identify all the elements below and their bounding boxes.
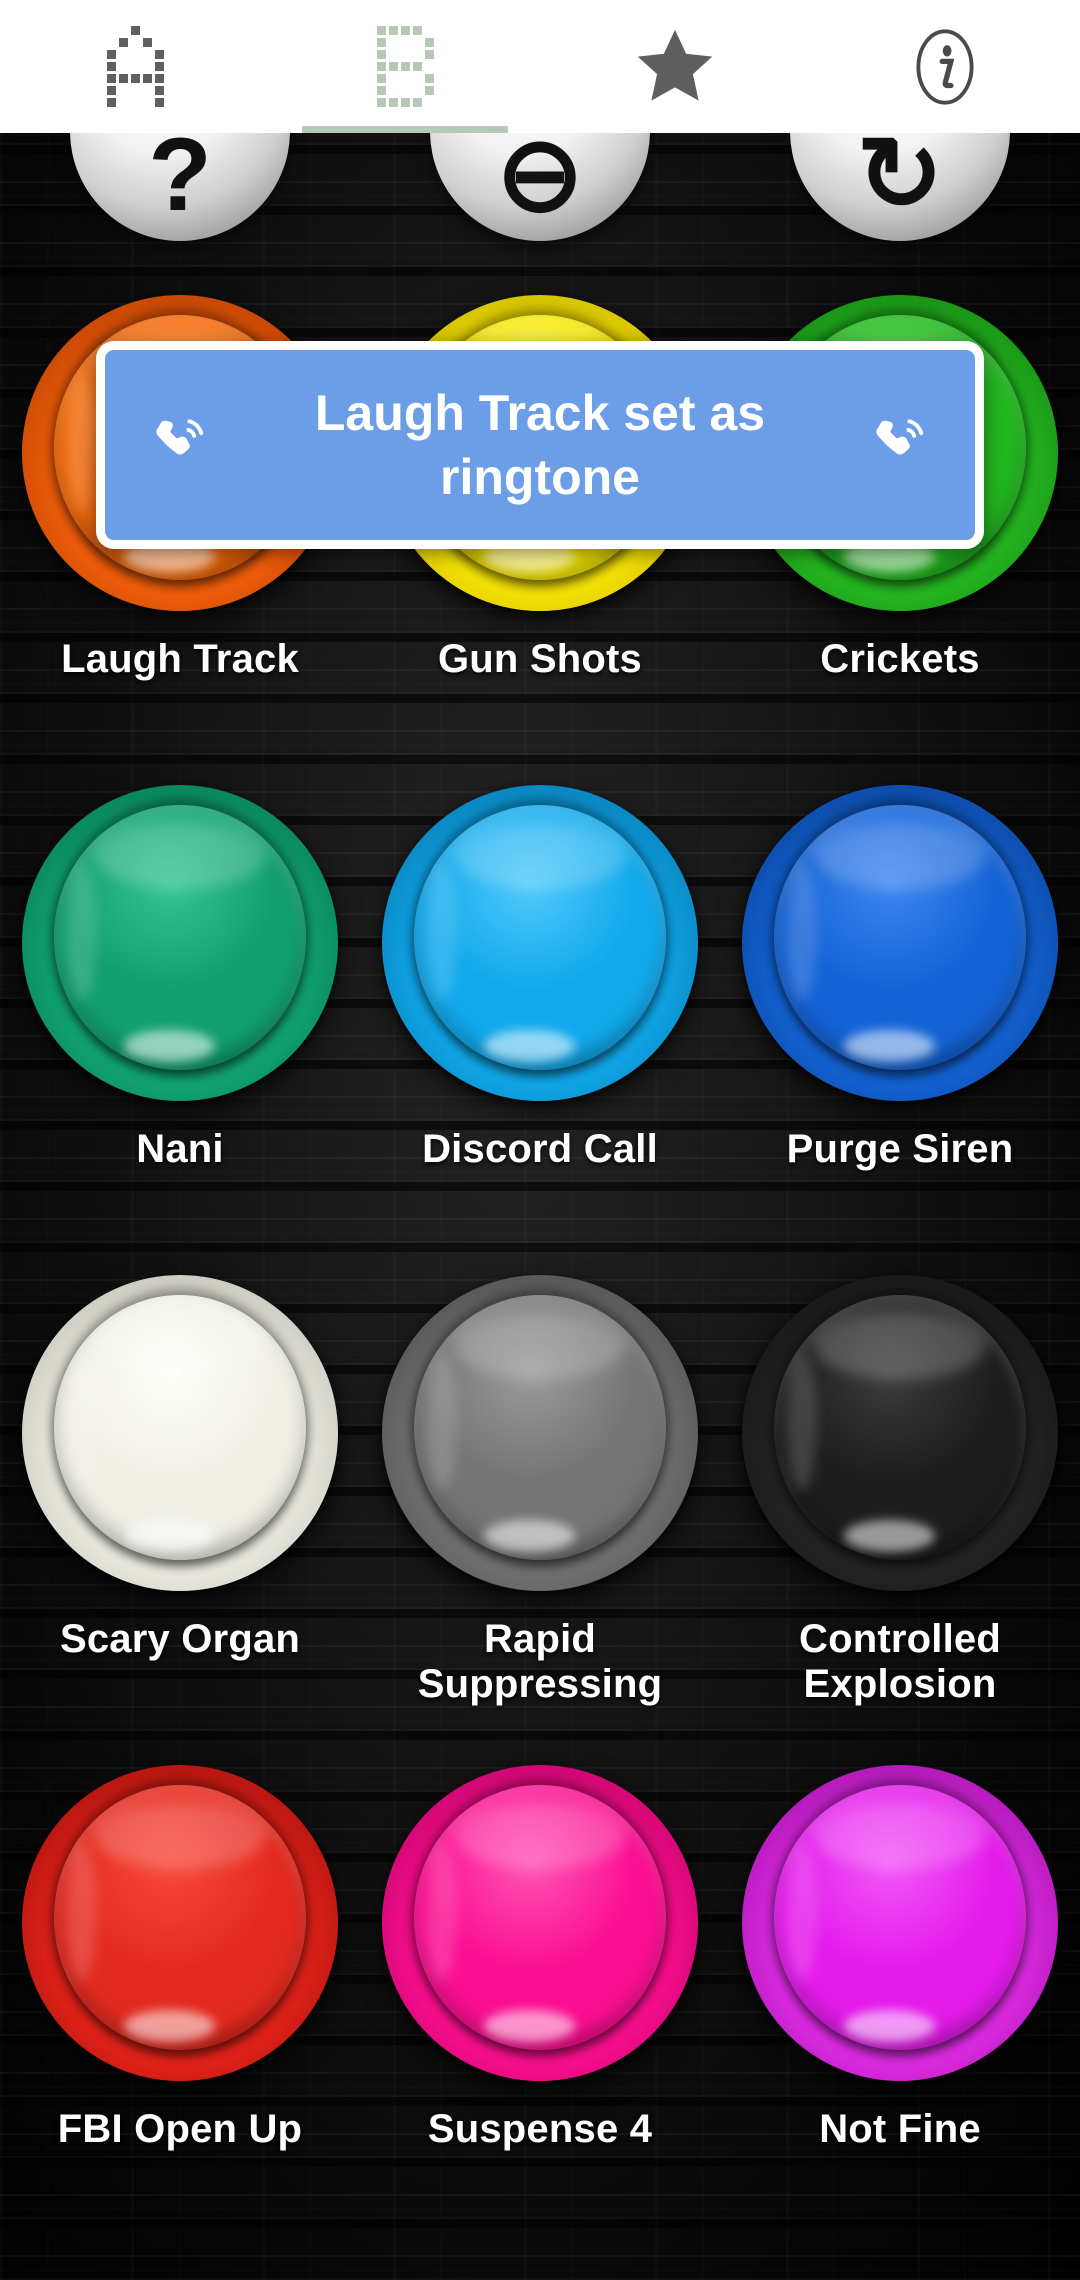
ringing-phone-icon: [869, 412, 931, 479]
tab-active-indicator: [302, 126, 508, 133]
arcade-button-rapid-suppressing[interactable]: [382, 1275, 698, 1591]
arcade-button-discord-call[interactable]: [382, 785, 698, 1101]
sound-label: Suspense 4: [427, 2107, 653, 2151]
arcade-button-fbi-open-up[interactable]: [22, 1765, 338, 2081]
sound-cell-rapid-suppressing[interactable]: Rapid Suppressing: [360, 1263, 720, 1753]
tab-favorites[interactable]: [540, 0, 810, 133]
tab-info[interactable]: [810, 0, 1080, 133]
toast-notification: Laugh Track set as ringtone: [96, 341, 984, 549]
icon-button-question[interactable]: ?: [70, 133, 290, 241]
arcade-button-suspense-4[interactable]: [382, 1765, 698, 2081]
arcade-button-not-fine[interactable]: [742, 1765, 1058, 2081]
tab-a[interactable]: [0, 0, 270, 133]
sound-label: Scary Organ: [59, 1617, 301, 1661]
sound-label: Crickets: [820, 637, 980, 681]
sound-label: Not Fine: [819, 2107, 981, 2151]
minus-circle-icon: ⊖: [496, 133, 584, 233]
sound-label: FBI Open Up: [57, 2107, 303, 2151]
sound-label: Laugh Track: [61, 637, 299, 681]
icon-button-repeat[interactable]: ↻: [790, 133, 1010, 241]
tab-b[interactable]: [270, 0, 540, 133]
question-mark-icon: ?: [148, 133, 212, 233]
sound-cell-not-fine[interactable]: Not Fine: [720, 1753, 1080, 2243]
sound-button-grid: Laugh Track Gun Shots Crickets Nani Disc…: [0, 283, 1080, 2243]
sound-label: Discord Call: [422, 1127, 658, 1171]
repeat-icon: ↻: [856, 133, 944, 233]
sound-label: Gun Shots: [437, 637, 642, 681]
ringing-phone-icon: [149, 412, 211, 479]
sound-cell-discord-call[interactable]: Discord Call: [360, 773, 720, 1263]
sound-label: Nani: [136, 1127, 224, 1171]
pixel-letter-a-icon: [106, 26, 164, 107]
top-icon-button-row: ? ⊖ ↻: [0, 133, 1080, 241]
pixel-letter-b-icon: [376, 26, 434, 107]
arcade-button-controlled-explosion[interactable]: [742, 1275, 1058, 1591]
arcade-button-purge-siren[interactable]: [742, 785, 1058, 1101]
tab-bar: [0, 0, 1080, 133]
star-icon: [632, 24, 718, 110]
icon-button-minus[interactable]: ⊖: [430, 133, 650, 241]
soundboard-board: ? ⊖ ↻ Laugh Track Gun Shots Crickets Nan…: [0, 133, 1080, 2280]
soundboard-app: ? ⊖ ↻ Laugh Track Gun Shots Crickets Nan…: [0, 0, 1080, 2280]
arcade-button-nani[interactable]: [22, 785, 338, 1101]
sound-label: Rapid Suppressing: [417, 1617, 663, 1706]
sound-cell-suspense-4[interactable]: Suspense 4: [360, 1753, 720, 2243]
sound-cell-nani[interactable]: Nani: [0, 773, 360, 1263]
sound-cell-controlled-explosion[interactable]: Controlled Explosion: [720, 1263, 1080, 1753]
sound-cell-scary-organ[interactable]: Scary Organ: [0, 1263, 360, 1753]
sound-label: Purge Siren: [786, 1127, 1014, 1171]
sound-cell-purge-siren[interactable]: Purge Siren: [720, 773, 1080, 1263]
toast-message: Laugh Track set as ringtone: [314, 385, 766, 505]
sound-label: Controlled Explosion: [799, 1617, 1001, 1706]
arcade-button-scary-organ[interactable]: [22, 1275, 338, 1591]
sound-cell-fbi-open-up[interactable]: FBI Open Up: [0, 1753, 360, 2243]
info-circle-icon: [903, 25, 987, 109]
